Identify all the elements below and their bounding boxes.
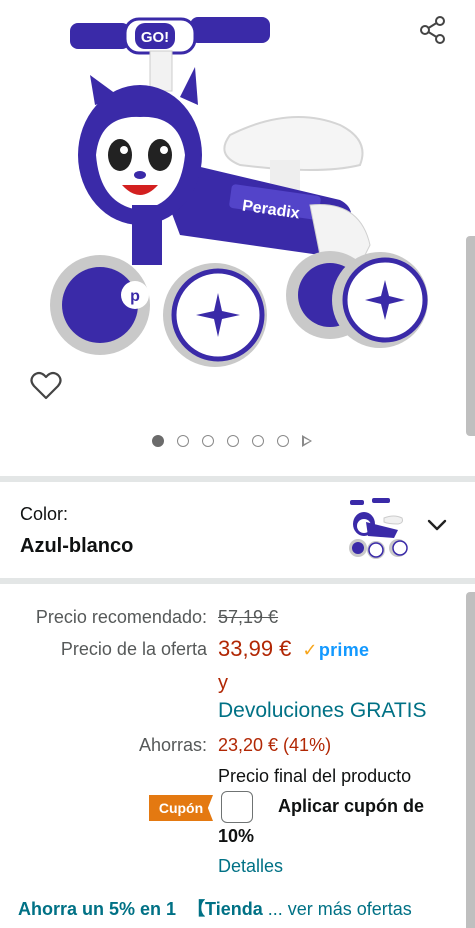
share-button[interactable] [415, 12, 451, 48]
promotion-banner[interactable]: Ahorra un 5% en 1 【Tienda ... ver más of… [18, 895, 412, 921]
apply-coupon-text[interactable]: Aplicar cupón de [278, 796, 424, 817]
color-label: Color: [20, 504, 69, 524]
heart-icon [30, 371, 62, 400]
gallery-scrollbar[interactable] [466, 236, 475, 436]
savings-value: 23,20 € (41%) [218, 735, 332, 755]
offer-price-label: Precio de la oferta [60, 639, 207, 659]
page-scrollbar[interactable] [466, 592, 475, 928]
prime-label: prime [318, 640, 370, 660]
image-pager[interactable] [152, 433, 312, 449]
coupon-badge: Cupón [149, 795, 213, 821]
prime-check-icon: ✓ [302, 640, 318, 660]
apply-coupon-checkbox[interactable] [221, 791, 253, 823]
svg-text:p: p [130, 288, 140, 305]
coupon-details-link[interactable]: Detalles [218, 856, 283, 877]
promotion-text[interactable]: Ahorra un 5% en 1 [18, 899, 176, 919]
pager-dot[interactable] [252, 435, 264, 447]
offer-price-row: 33,99 € ✓ prime [218, 636, 369, 662]
color-value: Azul-blanco [20, 535, 134, 557]
product-image-gallery[interactable]: GO! Peradix p [0, 0, 475, 476]
pager-dot[interactable] [227, 435, 239, 447]
pager-dot[interactable] [152, 435, 164, 447]
svg-text:GO!: GO! [141, 29, 169, 46]
price-block: Precio recomendado: 57,19 € Precio de la… [0, 592, 475, 928]
add-to-wishlist-button[interactable] [26, 366, 66, 406]
color-variation-selector[interactable]: Color: Azul-blanco [0, 482, 475, 576]
and-text: y [218, 672, 228, 694]
section-divider [0, 578, 475, 584]
pager-dot[interactable] [177, 435, 189, 447]
chevron-down-icon[interactable] [424, 512, 450, 538]
pager-dot[interactable] [202, 435, 214, 447]
store-link[interactable]: 【Tienda [187, 899, 263, 919]
balance-bike-image[interactable]: GO! Peradix p [40, 5, 440, 405]
apply-coupon-percent[interactable]: 10% [218, 826, 254, 847]
savings-label: Ahorras: [138, 735, 207, 755]
pager-dot[interactable] [277, 435, 289, 447]
recommended-price-label: Precio recomendado: [35, 607, 207, 627]
variation-thumbnail[interactable] [346, 496, 412, 562]
recommended-price-value: 57,19 € [218, 607, 279, 627]
prime-badge: ✓ prime [302, 640, 369, 661]
more-offers-link[interactable]: ... ver más ofertas [268, 899, 412, 919]
final-price-note: Precio final del producto [218, 766, 412, 786]
video-play-icon[interactable] [302, 435, 312, 447]
share-icon [420, 16, 445, 44]
free-returns-link[interactable]: Devoluciones GRATIS [218, 699, 427, 723]
offer-price-value: 33,99 € [218, 636, 292, 661]
